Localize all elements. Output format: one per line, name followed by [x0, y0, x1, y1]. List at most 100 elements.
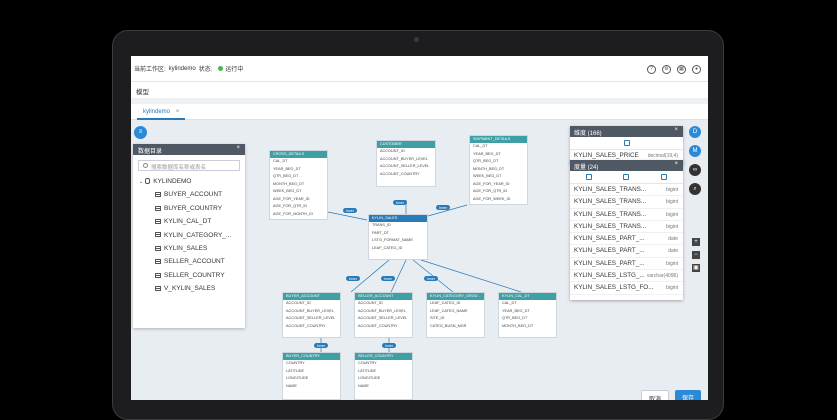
tree-table[interactable]: V_KYLIN_SALES [133, 282, 245, 295]
data-catalog-header: 数据目录 × [133, 144, 245, 155]
table-icon [155, 259, 161, 265]
database-icon[interactable]: ≡ [134, 126, 147, 139]
entity-field: LEAF_CATEG_ID [430, 301, 461, 305]
measure-row[interactable]: KYLIN_SALES_TRANS... bigint [570, 184, 683, 197]
measure-row[interactable]: KYLIN_SALES_PART_... date [570, 245, 683, 258]
settings-icon[interactable]: ⚙ [662, 65, 671, 74]
entity-title: BUYER_COUNTRY [283, 353, 340, 360]
tree-table[interactable]: KYLIN_SALES [133, 242, 245, 255]
add-icon[interactable] [585, 174, 592, 180]
table-icon [155, 205, 161, 211]
measure-name: KYLIN_SALES_TRANS... [574, 186, 647, 193]
zoom-out-icon[interactable]: − [692, 251, 700, 259]
entity-field: AGE_FOR_YEAR_ID [473, 181, 510, 186]
table-name: V_KYLIN_SALES [164, 285, 216, 293]
entity-table[interactable]: BUYER_COUNTRY COUNTRY LATITUDE LONGITUDE… [282, 352, 341, 400]
search-icon[interactable]: ⌕ [689, 183, 701, 195]
batch-add-icon[interactable] [623, 174, 630, 180]
entity-field: AGE_FOR_YEAR_ID [273, 196, 310, 201]
dimensions-toolbar [570, 137, 683, 150]
entity-table[interactable]: KYLIN_CAL_DT CAL_DT YEAR_BEG_DT QTR_BEG_… [498, 292, 557, 338]
entity-title: CROSS_DETAILS [270, 151, 327, 158]
entity-title: KYLIN_CATEGORY_GROU... [427, 293, 484, 300]
table-icon [155, 218, 161, 224]
tree-table[interactable]: SELLER_COUNTRY [133, 269, 245, 282]
tree-table[interactable]: KYLIN_CATEGORY_... [133, 229, 245, 242]
top-bar: 当前工作区: kylindemo 状态: 运行中 ? ⚙ ▦ ● [131, 56, 708, 82]
zoom-in-icon[interactable]: + [692, 238, 700, 246]
join-badge-label: Inner [317, 344, 326, 348]
entity-table[interactable]: SELLER_COUNTRY COUNTRY LATITUDE LONGITUD… [354, 352, 413, 400]
measure-row[interactable]: KYLIN_SALES_TRANS... bigint [570, 221, 683, 234]
database-name: KYLINDEMO [153, 178, 192, 185]
entity-field: ACCOUNT_SELLER_LEVEL [286, 316, 336, 320]
entity-field: AGE_FOR_WEEK_ID [473, 196, 511, 201]
fit-view-icon[interactable]: ▣ [692, 264, 700, 272]
table-name: BUYER_COUNTRY [164, 204, 223, 212]
measure-name: KYLIN_SALES_TRANS... [574, 210, 647, 218]
entity-table[interactable]: CUSTOMER ACCOUNT_ID ACCOUNT_BUYER_LEVEL … [376, 140, 436, 187]
entity-table[interactable]: KYLIN_CATEGORY_GROU... LEAF_CATEG_ID LEA… [426, 292, 485, 338]
chevron-down-icon[interactable]: ⌄ [139, 179, 143, 185]
measure-row[interactable]: KYLIN_SALES_TRANS... bigint [570, 196, 683, 209]
entity-field: LATITUDE [358, 368, 377, 373]
measure-type: bigint [666, 285, 678, 292]
entity-table[interactable]: BUYER_ACCOUNT ACCOUNT_ID ACCOUNT_BUYER_L… [282, 292, 341, 338]
entity-field: ACCOUNT_COUNTRY [358, 323, 398, 328]
close-icon[interactable]: × [674, 161, 678, 167]
entity-field: WEEK_BEG_DT [273, 189, 302, 193]
entity-title: SHIPMENT_DETAILS [470, 136, 527, 143]
measure-toggle-button[interactable]: M [689, 145, 701, 157]
tab-kylindemo[interactable]: kylindemo × [137, 104, 186, 120]
join-badge-label: Inner [385, 344, 394, 348]
tree-table[interactable]: SELLER_ACCOUNT [133, 255, 245, 268]
grid-icon[interactable]: ▦ [677, 65, 686, 74]
entity-field: LEAF_CATEG_ID [372, 245, 403, 250]
entity-field: LEAF_CATEG_NAME [430, 308, 468, 313]
workspace-name[interactable]: kylindemo [169, 66, 196, 72]
measures-panel: 度量 (24) × KYLIN_SALES_TRANS... bigint KYL… [570, 160, 683, 300]
link-toggle-button[interactable]: ∞ [689, 164, 701, 176]
entity-field: COUNTRY [286, 361, 305, 365]
measure-row[interactable]: KYLIN_SALES_TRANS... bigint [570, 209, 683, 221]
entity-title: KYLIN_CAL_DT [499, 293, 556, 300]
join-link [420, 259, 522, 293]
dimension-toggle-button[interactable]: D [689, 126, 701, 138]
measure-row[interactable]: KYLIN_SALES_PART_... bigint [570, 258, 683, 271]
tree-table[interactable]: BUYER_COUNTRY [133, 202, 245, 215]
close-icon[interactable]: × [674, 127, 678, 133]
user-icon[interactable]: ● [692, 65, 701, 74]
entity-field: ACCOUNT_COUNTRY [380, 171, 420, 176]
delete-icon[interactable] [661, 174, 668, 180]
camera [414, 37, 419, 42]
measure-row[interactable]: KYLIN_SALES_LSTG_... varchar(4096) [570, 270, 683, 283]
tree-database[interactable]: ⌄ KYLINDEMO [133, 175, 245, 188]
measures-toolbar [570, 171, 683, 184]
batch-edit-icon[interactable] [623, 140, 630, 146]
measure-type: bigint [666, 260, 678, 267]
measure-name: KYLIN_SALES_PART_... [574, 247, 645, 255]
entity-table[interactable]: SELLER_ACCOUNT ACCOUNT_ID ACCOUNT_BUYER_… [354, 292, 413, 338]
measure-row[interactable]: KYLIN_SALES_LSTG_FO... bigint [570, 282, 683, 295]
table-name: SELLER_COUNTRY [164, 271, 225, 279]
join-link [390, 259, 407, 293]
help-icon[interactable]: ? [647, 65, 656, 74]
close-icon[interactable]: × [236, 145, 240, 151]
search-placeholder: 搜索数据库名称或表名 [151, 165, 207, 171]
join-link [327, 211, 368, 221]
search-input[interactable]: 搜索数据库名称或表名 [138, 160, 240, 171]
cancel-button[interactable]: 取消 [641, 390, 670, 400]
entity-title: BUYER_ACCOUNT [283, 293, 340, 300]
tab-close-icon[interactable]: × [176, 109, 180, 115]
entity-table[interactable]: SHIPMENT_DETAILS CAL_DT YEAR_BEG_DT QTR_… [469, 135, 528, 205]
measure-row[interactable]: KYLIN_SALES_PART_... date [570, 233, 683, 246]
tree-table[interactable]: BUYER_ACCOUNT [133, 188, 245, 201]
entity-field: YEAR_BEG_DT [473, 151, 501, 156]
entity-table-fact[interactable]: KYLIN_SALES TRANS_ID PART_DT LSTG_FORMAT… [368, 214, 428, 260]
tree-table[interactable]: KYLIN_CAL_DT [133, 215, 245, 228]
entity-table[interactable]: CROSS_DETAILS CAL_DT YEAR_BEG_DT QTR_BEG… [269, 150, 328, 220]
entity-field: LONGITUDE [358, 376, 381, 380]
entity-field: ACCOUNT_SELLER_LEVEL [380, 164, 430, 168]
entity-field: NAME [286, 383, 297, 388]
save-button[interactable]: 保存 [675, 390, 702, 400]
